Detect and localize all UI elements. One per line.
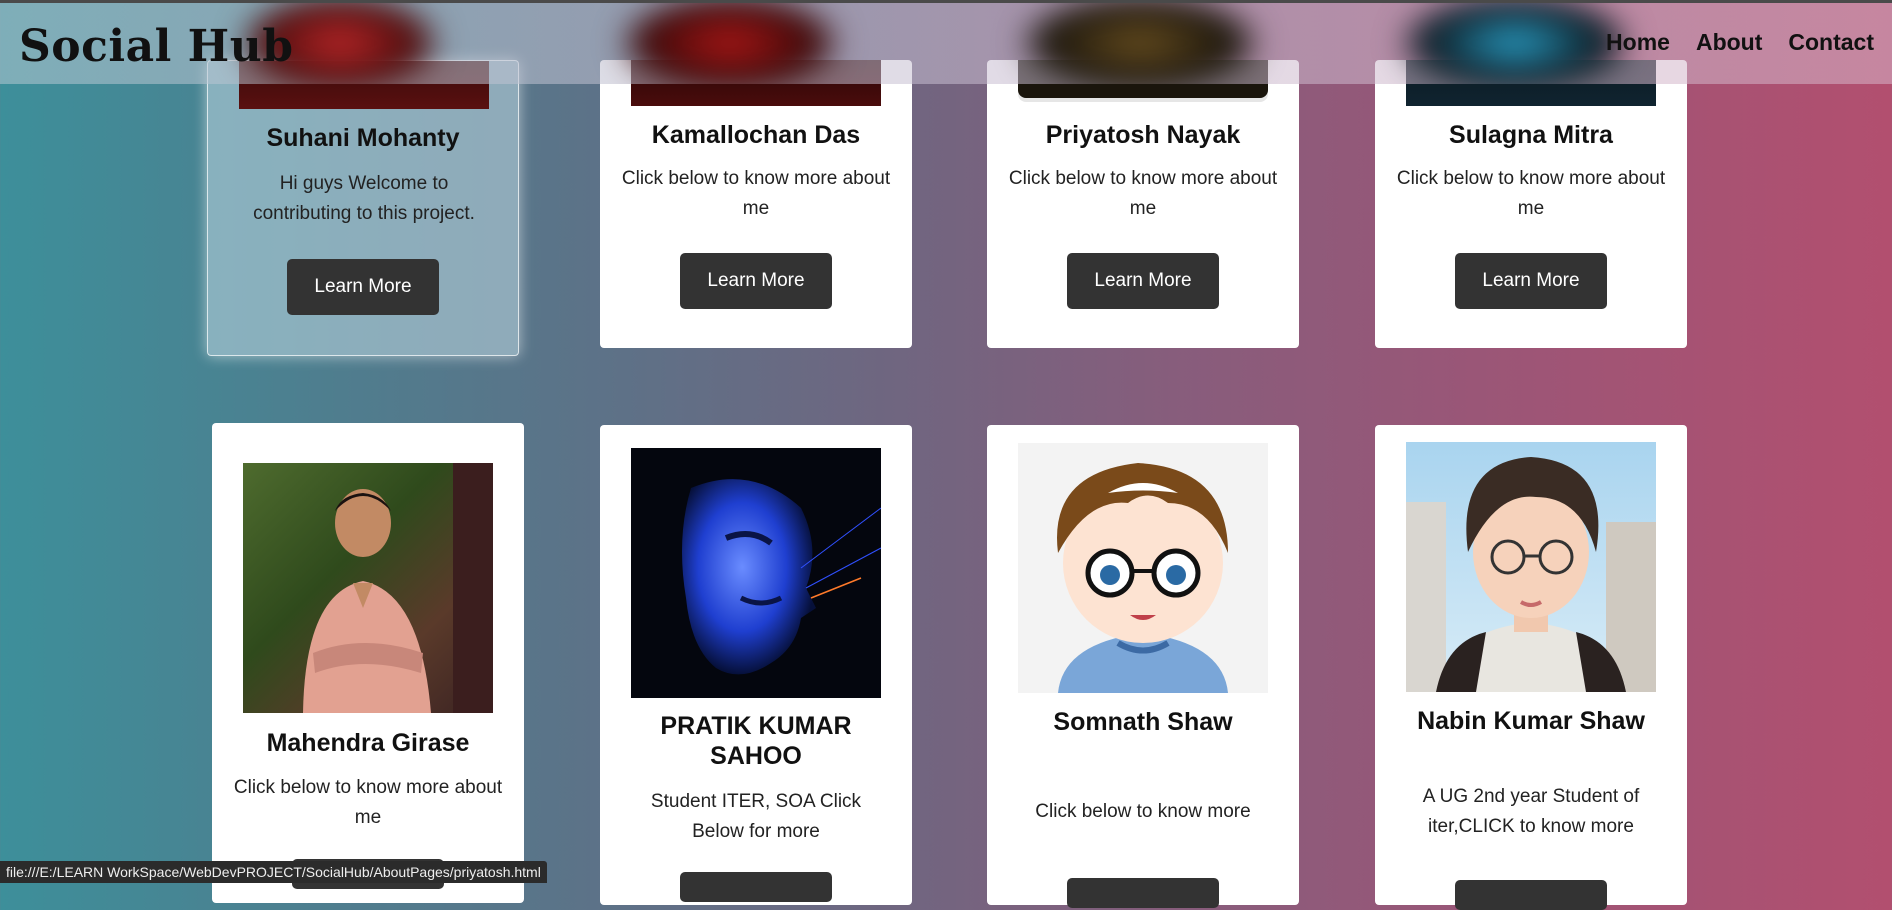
profile-card: Mahendra Girase Click below to know more…	[212, 423, 524, 903]
profile-description: Click below to know more about me	[621, 168, 891, 219]
profile-name: Nabin Kumar Shaw	[1417, 707, 1645, 735]
profile-description: Click below to know more about me	[1396, 168, 1666, 219]
profile-photo	[631, 448, 881, 698]
profile-name: PRATIK KUMAR SAHOO	[660, 712, 852, 770]
learn-more-button[interactable]	[1455, 880, 1607, 910]
site-header: Social Hub Home About Contact	[0, 0, 1892, 84]
profile-card: PRATIK KUMAR SAHOO Student ITER, SOA Cli…	[600, 425, 912, 905]
profile-description: Click below to know more	[1035, 801, 1251, 822]
profile-description: A UG 2nd year Student of iter,CLICK to k…	[1422, 786, 1640, 837]
profile-photo	[243, 463, 493, 713]
learn-more-button[interactable]: Learn More	[1455, 253, 1607, 309]
profile-name: Somnath Shaw	[1053, 708, 1233, 736]
profile-photo	[1018, 443, 1268, 693]
profile-card: Somnath Shaw Click below to know more	[987, 425, 1299, 908]
browser-status-url: file:///E:/LEARN WorkSpace/WebDevPROJECT…	[0, 861, 547, 883]
profile-name: Priyatosh Nayak	[1045, 121, 1241, 149]
learn-more-button[interactable]	[680, 872, 832, 902]
nav-contact[interactable]: Contact	[1788, 29, 1874, 56]
profile-card: Kamallochan Das Click below to know more…	[600, 60, 912, 348]
learn-more-button[interactable]: Learn More	[680, 253, 832, 309]
site-logo[interactable]: Social Hub	[19, 21, 294, 72]
profile-photo	[1406, 442, 1656, 692]
profile-description: Click below to know more about me	[1008, 168, 1278, 219]
profile-name: Kamallochan Das	[651, 121, 861, 149]
learn-more-button[interactable]: Learn More	[1067, 253, 1219, 309]
profile-card: Sulagna Mitra Click below to know more a…	[1375, 60, 1687, 348]
nav-about[interactable]: About	[1696, 29, 1762, 56]
profile-description: Student ITER, SOA Click Below for more	[650, 791, 862, 842]
profile-name: Suhani Mohanty	[266, 124, 460, 152]
profile-description: Hi guys Welcome to contributing to this …	[253, 173, 475, 224]
learn-more-button[interactable]: Learn More	[287, 259, 439, 315]
profile-card[interactable]: Suhani Mohanty Hi guys Welcome to contri…	[207, 60, 519, 356]
main-nav: Home About Contact	[1606, 29, 1874, 56]
profile-card: Priyatosh Nayak Click below to know more…	[987, 60, 1299, 348]
nav-home[interactable]: Home	[1606, 29, 1670, 56]
profile-name: Mahendra Girase	[266, 729, 470, 757]
profile-description: Click below to know more about me	[233, 777, 503, 828]
profile-card: Nabin Kumar Shaw A UG 2nd year Student o…	[1375, 425, 1687, 910]
profile-name: Sulagna Mitra	[1449, 121, 1613, 149]
